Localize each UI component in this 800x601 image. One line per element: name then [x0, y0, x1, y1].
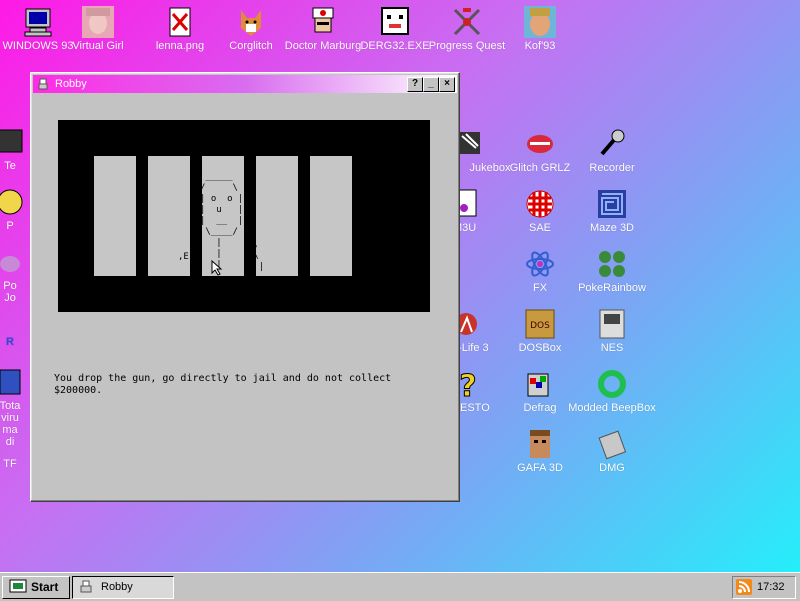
game-message: You drop the gun, go directly to jail an… [54, 373, 392, 396]
terminal-icon [0, 126, 26, 158]
beepbox-icon [596, 368, 628, 400]
svg-text:?: ? [459, 369, 476, 400]
icon-label: NES [600, 342, 624, 354]
robot-icon [37, 78, 49, 90]
desktop-icon-pokerainbow[interactable]: PokeRainbow [566, 248, 658, 294]
lips-icon [524, 128, 556, 160]
robby-ascii-right-hand: E, \ | [248, 240, 265, 272]
window-titlebar[interactable]: Robby ? _ × [33, 75, 457, 93]
corgi-icon [235, 6, 267, 38]
icon-label: PokeRainbow [578, 282, 646, 294]
derg-icon [379, 6, 411, 38]
robby-ascii-left-hand: ,E [178, 252, 189, 262]
close-button[interactable]: × [439, 77, 455, 92]
face-icon [82, 6, 114, 38]
doctor-icon [307, 6, 339, 38]
pokemon-icon [596, 248, 628, 280]
swords-icon [451, 6, 483, 38]
desktop-icon-recorder[interactable]: Recorder [566, 128, 658, 174]
start-button[interactable]: Start [2, 576, 70, 599]
start-logo-icon [9, 579, 27, 598]
robby-ascii-head: _____ / \ | o o | | u | | __ | \____/ | … [200, 172, 244, 270]
icon-label: Recorder [589, 162, 635, 174]
icon-label: Virtual Girl [72, 40, 124, 52]
gameboy-icon [596, 428, 628, 460]
nes-icon [596, 308, 628, 340]
rss-icon[interactable] [736, 579, 752, 595]
taskbar-item-label: Robby [101, 581, 133, 593]
minimize-button[interactable]: _ [423, 77, 439, 92]
image-file-icon [164, 6, 196, 38]
taskbar-item-robby[interactable]: Robby [72, 576, 174, 599]
mouse-cursor-icon [211, 259, 223, 279]
desktop-icon-beepbox[interactable]: Modded BeepBox [566, 368, 658, 414]
amiga-ball-icon [524, 188, 556, 220]
svg-text:DOS: DOS [530, 321, 550, 331]
help-button[interactable]: ? [407, 77, 423, 92]
jail-bar [94, 156, 136, 276]
icon-label: Kof'93 [524, 40, 556, 52]
jail-bar [310, 156, 352, 276]
virus-icon [0, 366, 26, 398]
robby-window[interactable]: Robby ? _ × _____ / \ | o o | | u | | __… [30, 72, 460, 502]
maze-icon [596, 188, 628, 220]
clock: 17:32 [757, 581, 785, 593]
desktop-icon-dmg[interactable]: DMG [566, 428, 658, 474]
icon-label: Modded BeepBox [568, 402, 656, 414]
pony-icon [0, 246, 26, 278]
desktop-icon-maze3d[interactable]: Maze 3D [566, 188, 658, 234]
desktop-icon-kof93[interactable]: Kof'93 [494, 6, 586, 52]
jukebox-icon [456, 128, 488, 160]
window-title: Robby [55, 78, 87, 90]
game-display: _____ / \ | o o | | u | | __ | \____/ | … [58, 120, 430, 312]
desktop-icon-virtual-girl[interactable]: Virtual Girl [52, 6, 144, 52]
icon-label: DMG [599, 462, 625, 474]
dosbox-icon: DOS [524, 308, 556, 340]
microphone-icon [596, 128, 628, 160]
smiley-icon [0, 186, 26, 218]
atom-icon [524, 248, 556, 280]
start-label: Start [31, 580, 59, 594]
taskbar: Start Robby 17:32 [0, 572, 800, 601]
defrag-icon [524, 368, 556, 400]
desktop-icon-nes[interactable]: NES [566, 308, 658, 354]
robot-icon [79, 580, 93, 597]
computer-icon [22, 6, 54, 38]
fighter-icon [524, 6, 556, 38]
system-tray: 17:32 [732, 576, 796, 599]
icon-label: Maze 3D [589, 222, 635, 234]
doomguy-icon [524, 428, 556, 460]
